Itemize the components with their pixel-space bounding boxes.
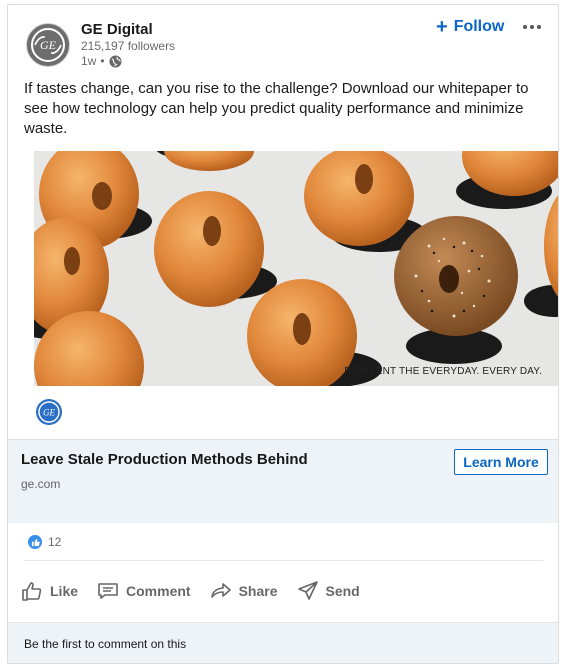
like-reaction-icon (28, 535, 42, 549)
comment-icon (98, 583, 118, 599)
link-domain: ge.com (21, 477, 61, 491)
follow-label: Follow (453, 18, 505, 35)
advertiser-logo[interactable]: GE (36, 399, 62, 425)
link-preview[interactable]: Leave Stale Production Methods Behind ge… (8, 439, 558, 523)
company-name[interactable]: GE Digital (81, 21, 153, 38)
send-icon (297, 581, 318, 600)
send-label: Send (325, 583, 360, 599)
globe-icon (109, 54, 122, 68)
like-button[interactable]: Like (20, 579, 78, 603)
comment-button[interactable]: Comment (96, 579, 191, 603)
ad-tagline: REINVENT THE EVERYDAY. EVERY DAY. (344, 366, 542, 377)
dot-icon (523, 25, 527, 29)
learn-more-button[interactable]: Learn More (454, 449, 548, 475)
follower-count: 215,197 followers (81, 39, 176, 53)
ge-monogram-icon: GE (31, 28, 65, 62)
ad-image[interactable]: REINVENT THE EVERYDAY. EVERY DAY. (34, 151, 558, 386)
svg-text:GE: GE (43, 408, 55, 418)
company-logo[interactable]: GE (26, 23, 70, 67)
social-actions-bar: Like Comment Share Send (20, 574, 378, 608)
share-button[interactable]: Share (209, 579, 278, 603)
bagels-illustration (34, 151, 558, 386)
ge-monogram-icon: GE (38, 401, 60, 423)
dot-icon (537, 25, 541, 29)
send-button[interactable]: Send (296, 579, 360, 603)
divider (24, 560, 543, 561)
follow-button[interactable]: + Follow (436, 17, 504, 37)
post-time: 1w (81, 54, 97, 68)
link-title[interactable]: Leave Stale Production Methods Behind (21, 451, 308, 468)
reaction-count: 12 (48, 535, 62, 549)
thumbs-up-icon (22, 582, 42, 601)
first-comment-prompt[interactable]: Be the first to comment on this (24, 637, 186, 651)
svg-text:GE: GE (40, 38, 57, 52)
more-options-button[interactable] (520, 17, 544, 37)
like-label: Like (50, 583, 79, 599)
reactions-summary[interactable]: 12 (28, 533, 61, 551)
feed-post-card: GE GE Digital 215,197 followers 1w • + F… (7, 4, 559, 664)
post-header: GE GE Digital 215,197 followers 1w • + F… (8, 5, 558, 75)
post-meta: 1w • (81, 54, 122, 68)
post-text: If tastes change, can you rise to the ch… (24, 80, 529, 137)
comment-label: Comment (126, 583, 191, 599)
dot-icon (530, 25, 534, 29)
meta-separator: • (100, 54, 105, 68)
share-icon (210, 583, 231, 598)
share-label: Share (238, 583, 278, 599)
plus-icon: + (436, 16, 448, 38)
comment-prompt-bar: Be the first to comment on this (8, 622, 558, 663)
